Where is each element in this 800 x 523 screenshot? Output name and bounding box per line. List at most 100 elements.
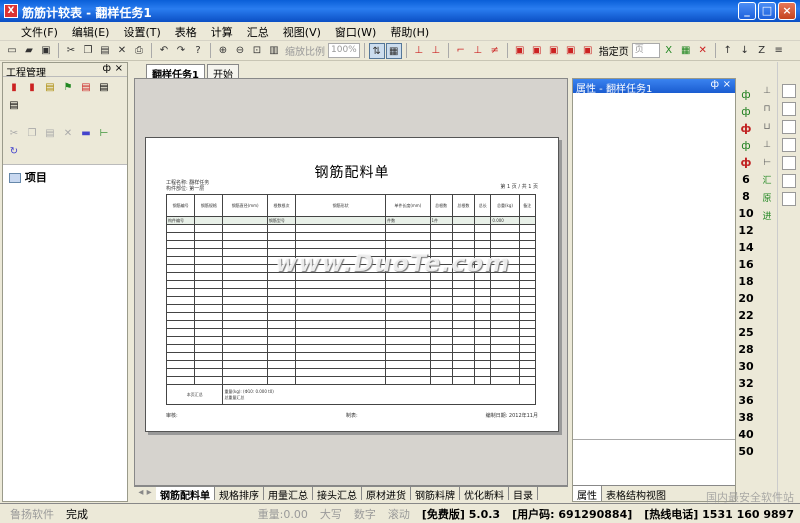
tree-icon[interactable]: ⇅ (368, 42, 385, 59)
table-row[interactable] (165, 320, 537, 329)
shape-box-6-icon[interactable] (781, 174, 796, 188)
pin-icon[interactable]: ф (710, 79, 719, 90)
table-row[interactable] (165, 368, 537, 377)
diameter-12[interactable]: 12 (738, 222, 753, 239)
shape-7-icon[interactable]: 原 (760, 192, 774, 206)
menu-view[interactable]: 视图(V) (276, 22, 328, 40)
diameter-8[interactable]: 8 (742, 188, 750, 205)
help-icon[interactable]: ? (190, 43, 206, 59)
redo-icon[interactable]: ↷ (173, 43, 189, 59)
table-row[interactable] (165, 360, 537, 369)
table-row[interactable] (165, 376, 537, 385)
zoom-select[interactable]: 100% (328, 43, 360, 58)
save-icon[interactable]: ▣ (38, 43, 54, 59)
table-row[interactable] (165, 296, 537, 305)
table-row[interactable] (165, 224, 537, 233)
tab-properties[interactable]: 属性 (573, 486, 602, 502)
sheet-tab-rebar[interactable]: 钢筋配料单 (156, 487, 215, 502)
page-extra-icon[interactable]: ▣ (580, 43, 596, 59)
refresh-icon[interactable]: ↻ (7, 145, 21, 159)
shape-box-1-icon[interactable] (781, 84, 796, 98)
close-panel-icon[interactable]: × (723, 79, 731, 90)
phi-e-icon[interactable]: ф (741, 154, 752, 171)
diameter-14[interactable]: 14 (738, 239, 753, 256)
shape-box-5-icon[interactable] (781, 156, 796, 170)
table-row[interactable] (165, 336, 537, 345)
excel-icon[interactable]: X (661, 43, 677, 59)
sort-icon[interactable]: Z (754, 43, 770, 59)
cut-icon[interactable]: ✂ (63, 43, 79, 59)
shape-box-2-icon[interactable] (781, 102, 796, 116)
open-icon[interactable]: ▰ (21, 43, 37, 59)
shape-3-icon[interactable]: ⊔ (760, 120, 774, 134)
tab-start[interactable]: 开始 (206, 64, 239, 81)
phi-a-icon[interactable]: ф (741, 86, 750, 103)
rebar-1-icon[interactable]: ⊥ (411, 43, 427, 59)
menu-file[interactable]: 文件(F) (14, 22, 65, 40)
close-doc-icon[interactable]: ✕ (695, 43, 711, 59)
zoom-in-icon[interactable]: ⊕ (215, 43, 231, 59)
sort2-icon[interactable]: ≡ (771, 43, 787, 59)
paste-tool-icon[interactable]: ▤ (43, 127, 57, 141)
table-icon[interactable]: ▤ (43, 81, 57, 95)
print-icon[interactable]: ⎙ (131, 43, 147, 59)
rebar-5-icon[interactable]: ≠ (487, 43, 503, 59)
diameter-28[interactable]: 28 (738, 341, 753, 358)
phi-b-icon[interactable]: ф (741, 103, 750, 120)
delete-icon[interactable]: ✕ (114, 43, 130, 59)
table-row[interactable] (165, 352, 537, 361)
bar-chart-2-icon[interactable]: ▮ (25, 81, 39, 95)
diameter-16[interactable]: 16 (738, 256, 753, 273)
pin-icon[interactable]: ф (102, 63, 111, 74)
shape-5-icon[interactable]: ⊢ (760, 156, 774, 170)
up-icon[interactable]: ↑ (720, 43, 736, 59)
tab-task1[interactable]: 翻样任务1 (146, 64, 205, 81)
shape-box-7-icon[interactable] (781, 192, 796, 206)
zoom-out-icon[interactable]: ⊖ (232, 43, 248, 59)
export-icon[interactable]: ▦ (678, 43, 694, 59)
diameter-10[interactable]: 10 (738, 205, 753, 222)
doc-2-icon[interactable]: ▤ (7, 99, 21, 113)
tab-table-structure[interactable]: 表格结构视图 (602, 486, 670, 502)
copy-icon[interactable]: ❐ (80, 43, 96, 59)
menu-table[interactable]: 表格 (168, 22, 204, 40)
copy-tool-icon[interactable]: ❐ (25, 127, 39, 141)
menu-help[interactable]: 帮助(H) (383, 22, 436, 40)
flag-icon[interactable]: ⚑ (61, 81, 75, 95)
diameter-30[interactable]: 30 (738, 358, 753, 375)
rebar-tool-icon[interactable]: ⊢ (97, 127, 111, 141)
diameter-6[interactable]: 6 (742, 171, 750, 188)
table-row[interactable] (165, 288, 537, 297)
shape-1-icon[interactable]: ⊥ (760, 84, 774, 98)
doc-icon[interactable]: ▤ (97, 81, 111, 95)
page-first-icon[interactable]: ▣ (512, 43, 528, 59)
sheet-tab-joint[interactable]: 接头汇总 (313, 487, 362, 502)
sheet-tab-tag[interactable]: 钢筋料牌 (411, 487, 460, 502)
fit-page-icon[interactable]: ⊡ (249, 43, 265, 59)
table-row[interactable] (165, 240, 537, 249)
table-row[interactable] (165, 344, 537, 353)
page-last-icon[interactable]: ▣ (563, 43, 579, 59)
diameter-18[interactable]: 18 (738, 273, 753, 290)
shape-box-3-icon[interactable] (781, 120, 796, 134)
menu-calc[interactable]: 计算 (204, 22, 240, 40)
menu-window[interactable]: 窗口(W) (328, 22, 383, 40)
sheet-tab-spec[interactable]: 规格排序 (215, 487, 264, 502)
down-icon[interactable]: ↓ (737, 43, 753, 59)
diameter-22[interactable]: 22 (738, 307, 753, 324)
grid-icon[interactable]: ▦ (385, 42, 402, 59)
sheet-tab-usage[interactable]: 用量汇总 (264, 487, 313, 502)
shape-6-icon[interactable]: 汇 (760, 174, 774, 188)
close-panel-icon[interactable]: × (115, 63, 123, 74)
maximize-button[interactable]: □ (758, 2, 776, 20)
menu-edit[interactable]: 编辑(E) (65, 22, 117, 40)
minimize-button[interactable]: _ (738, 2, 756, 20)
undo-icon[interactable]: ↶ (156, 43, 172, 59)
print-preview-icon[interactable]: ▥ (266, 43, 282, 59)
table-row[interactable] (165, 304, 537, 313)
sheet-tab-optimize[interactable]: 优化断料 (460, 487, 509, 502)
phi-d-icon[interactable]: ф (741, 137, 750, 154)
bar-chart-icon[interactable]: ▮ (7, 81, 21, 95)
table-row[interactable] (165, 328, 537, 337)
diameter-32[interactable]: 32 (738, 375, 753, 392)
